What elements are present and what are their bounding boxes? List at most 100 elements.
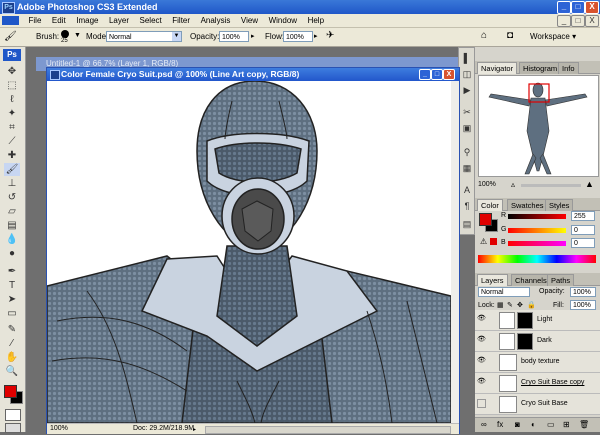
lock-position-icon[interactable]: ✥ [517,301,523,309]
notes-tool-icon[interactable]: ✎ [4,323,20,336]
eye-icon[interactable]: 👁 [477,336,486,344]
gamut-warning-icon[interactable]: ⚠ [480,237,487,246]
blur-tool-icon[interactable]: 💧 [4,233,20,246]
navigator-preview[interactable] [478,75,599,177]
blend-mode-select[interactable]: Normal [478,287,530,297]
layer-opacity-input[interactable]: 100% [570,287,596,297]
camera-icon[interactable]: ◘ [507,30,513,41]
dodge-tool-icon[interactable]: ● [4,247,20,260]
minimize-button[interactable]: _ [557,1,571,14]
mode-select[interactable]: Normal ▼ [106,31,182,42]
lock-transparency-icon[interactable]: ▦ [497,301,504,309]
healing-tool-icon[interactable]: ✚ [4,149,20,162]
close-button[interactable]: X [585,1,599,14]
color-foreground-swatch[interactable] [479,213,492,226]
zoom-out-icon[interactable]: ▵ [511,180,515,189]
horizontal-scrollbar[interactable] [205,426,451,434]
eye-icon[interactable]: 👁 [477,315,486,323]
tab-paths[interactable]: Paths [547,274,575,286]
crop-tool-icon[interactable]: ⌗ [4,121,20,134]
quick-mask-icon[interactable] [5,409,21,421]
shape-tool-icon[interactable]: ▭ [4,307,20,320]
brushes-panel-icon[interactable]: ▌ [462,52,472,64]
menu-app-icon[interactable] [2,16,19,25]
history-brush-tool-icon[interactable]: ↺ [4,191,20,204]
fill-input[interactable]: 100% [570,300,596,310]
menu-edit[interactable]: Edit [48,14,70,27]
document-maximize-button[interactable]: □ [431,69,443,80]
menu-window[interactable]: Window [265,14,301,27]
clone-source-panel-icon[interactable]: ⚲ [462,146,472,158]
tool-presets-panel-icon[interactable]: ✂ [462,106,472,118]
magic-wand-tool-icon[interactable]: ✦ [4,107,20,120]
marquee-tool-icon[interactable]: ⬚ [4,79,20,92]
animation-panel-icon[interactable]: ▦ [462,162,472,174]
red-slider[interactable] [508,214,566,219]
history-panel-icon[interactable]: ◫ [462,68,472,80]
move-tool-icon[interactable]: ✥ [4,65,20,78]
clone-stamp-tool-icon[interactable]: ⊥ [4,177,20,190]
character-panel-icon[interactable]: A [462,184,472,196]
brush-tool-preset-icon[interactable]: 🖌 [4,31,18,43]
actions-panel-icon[interactable]: ▶ [462,84,472,96]
new-layer-icon[interactable]: ⊞ [563,420,570,429]
brush-tool-icon[interactable]: 🖌 [4,163,20,176]
layer-row-dark[interactable]: 👁 Dark [475,331,600,352]
pen-tool-icon[interactable]: ✒ [4,265,20,278]
doc-restore-button[interactable]: □ [571,15,585,27]
menu-help[interactable]: Help [304,14,328,27]
zoom-level[interactable]: 100% [50,424,68,434]
menu-view[interactable]: View [237,14,262,27]
brush-picker-chevron-icon[interactable]: ▼ [74,32,81,39]
delete-layer-icon[interactable]: 🗑 [579,420,589,429]
eraser-tool-icon[interactable]: ▱ [4,205,20,218]
layer-row-cryo-suit-base-copy[interactable]: 👁 Cryo Suit Base copy [475,373,600,394]
add-mask-icon[interactable]: ◙ [515,420,520,429]
red-input[interactable]: 255 [571,211,595,221]
type-tool-icon[interactable]: T [4,279,20,292]
visibility-toggle[interactable] [477,399,486,408]
menu-file[interactable]: File [25,14,46,27]
opacity-chevron-icon[interactable]: ▸ [251,32,255,40]
blue-input[interactable]: 0 [571,238,595,248]
tab-swatches[interactable]: Swatches [507,199,548,211]
gradient-tool-icon[interactable]: ▤ [4,219,20,232]
layer-comps-panel-icon[interactable]: ▣ [462,122,472,134]
adjustment-layer-icon[interactable]: ◐ [531,420,536,429]
canvas[interactable] [47,81,451,423]
new-group-icon[interactable]: ▭ [547,420,555,429]
green-slider[interactable] [508,228,566,233]
eyedropper-tool-icon[interactable]: ⁄ [4,337,20,350]
menu-layer[interactable]: Layer [105,14,133,27]
tab-channels[interactable]: Channels [511,274,551,286]
lock-all-icon[interactable]: 🔒 [527,301,536,309]
tab-info[interactable]: Info [558,62,579,74]
flow-chevron-icon[interactable]: ▸ [314,32,318,40]
maximize-button[interactable]: □ [571,1,585,14]
brush-preview-icon[interactable] [61,30,69,38]
color-spectrum-bar[interactable] [478,255,596,263]
doc-close-button[interactable]: X [585,15,599,27]
foreground-color-swatch[interactable] [4,385,17,398]
status-menu-arrow-icon[interactable]: ▸ [193,425,196,435]
navigator-zoom-slider[interactable] [521,184,581,187]
eye-icon[interactable]: 👁 [477,378,486,386]
navigator-zoom[interactable]: 100% [478,181,496,188]
lock-pixels-icon[interactable]: ✎ [507,301,513,309]
layer-style-icon[interactable]: fx [497,420,503,429]
tab-histogram[interactable]: Histogram [519,62,562,74]
vertical-scrollbar[interactable] [451,81,459,423]
tab-layers[interactable]: Layers [477,274,508,286]
tab-color[interactable]: Color [477,199,503,211]
opacity-input[interactable]: 100% [219,31,249,42]
tab-navigator[interactable]: Navigator [477,62,518,74]
menu-image[interactable]: Image [72,14,102,27]
workspace-button[interactable]: Workspace ▾ [530,32,576,41]
path-selection-tool-icon[interactable]: ➤ [4,293,20,306]
layer-row-light[interactable]: 👁 Light [475,310,600,331]
document-close-button[interactable]: X [443,69,455,80]
menu-select[interactable]: Select [136,14,166,27]
document-minimize-button[interactable]: _ [419,69,431,80]
eye-icon[interactable]: 👁 [477,357,486,365]
hand-tool-icon[interactable]: ✋ [4,351,20,364]
